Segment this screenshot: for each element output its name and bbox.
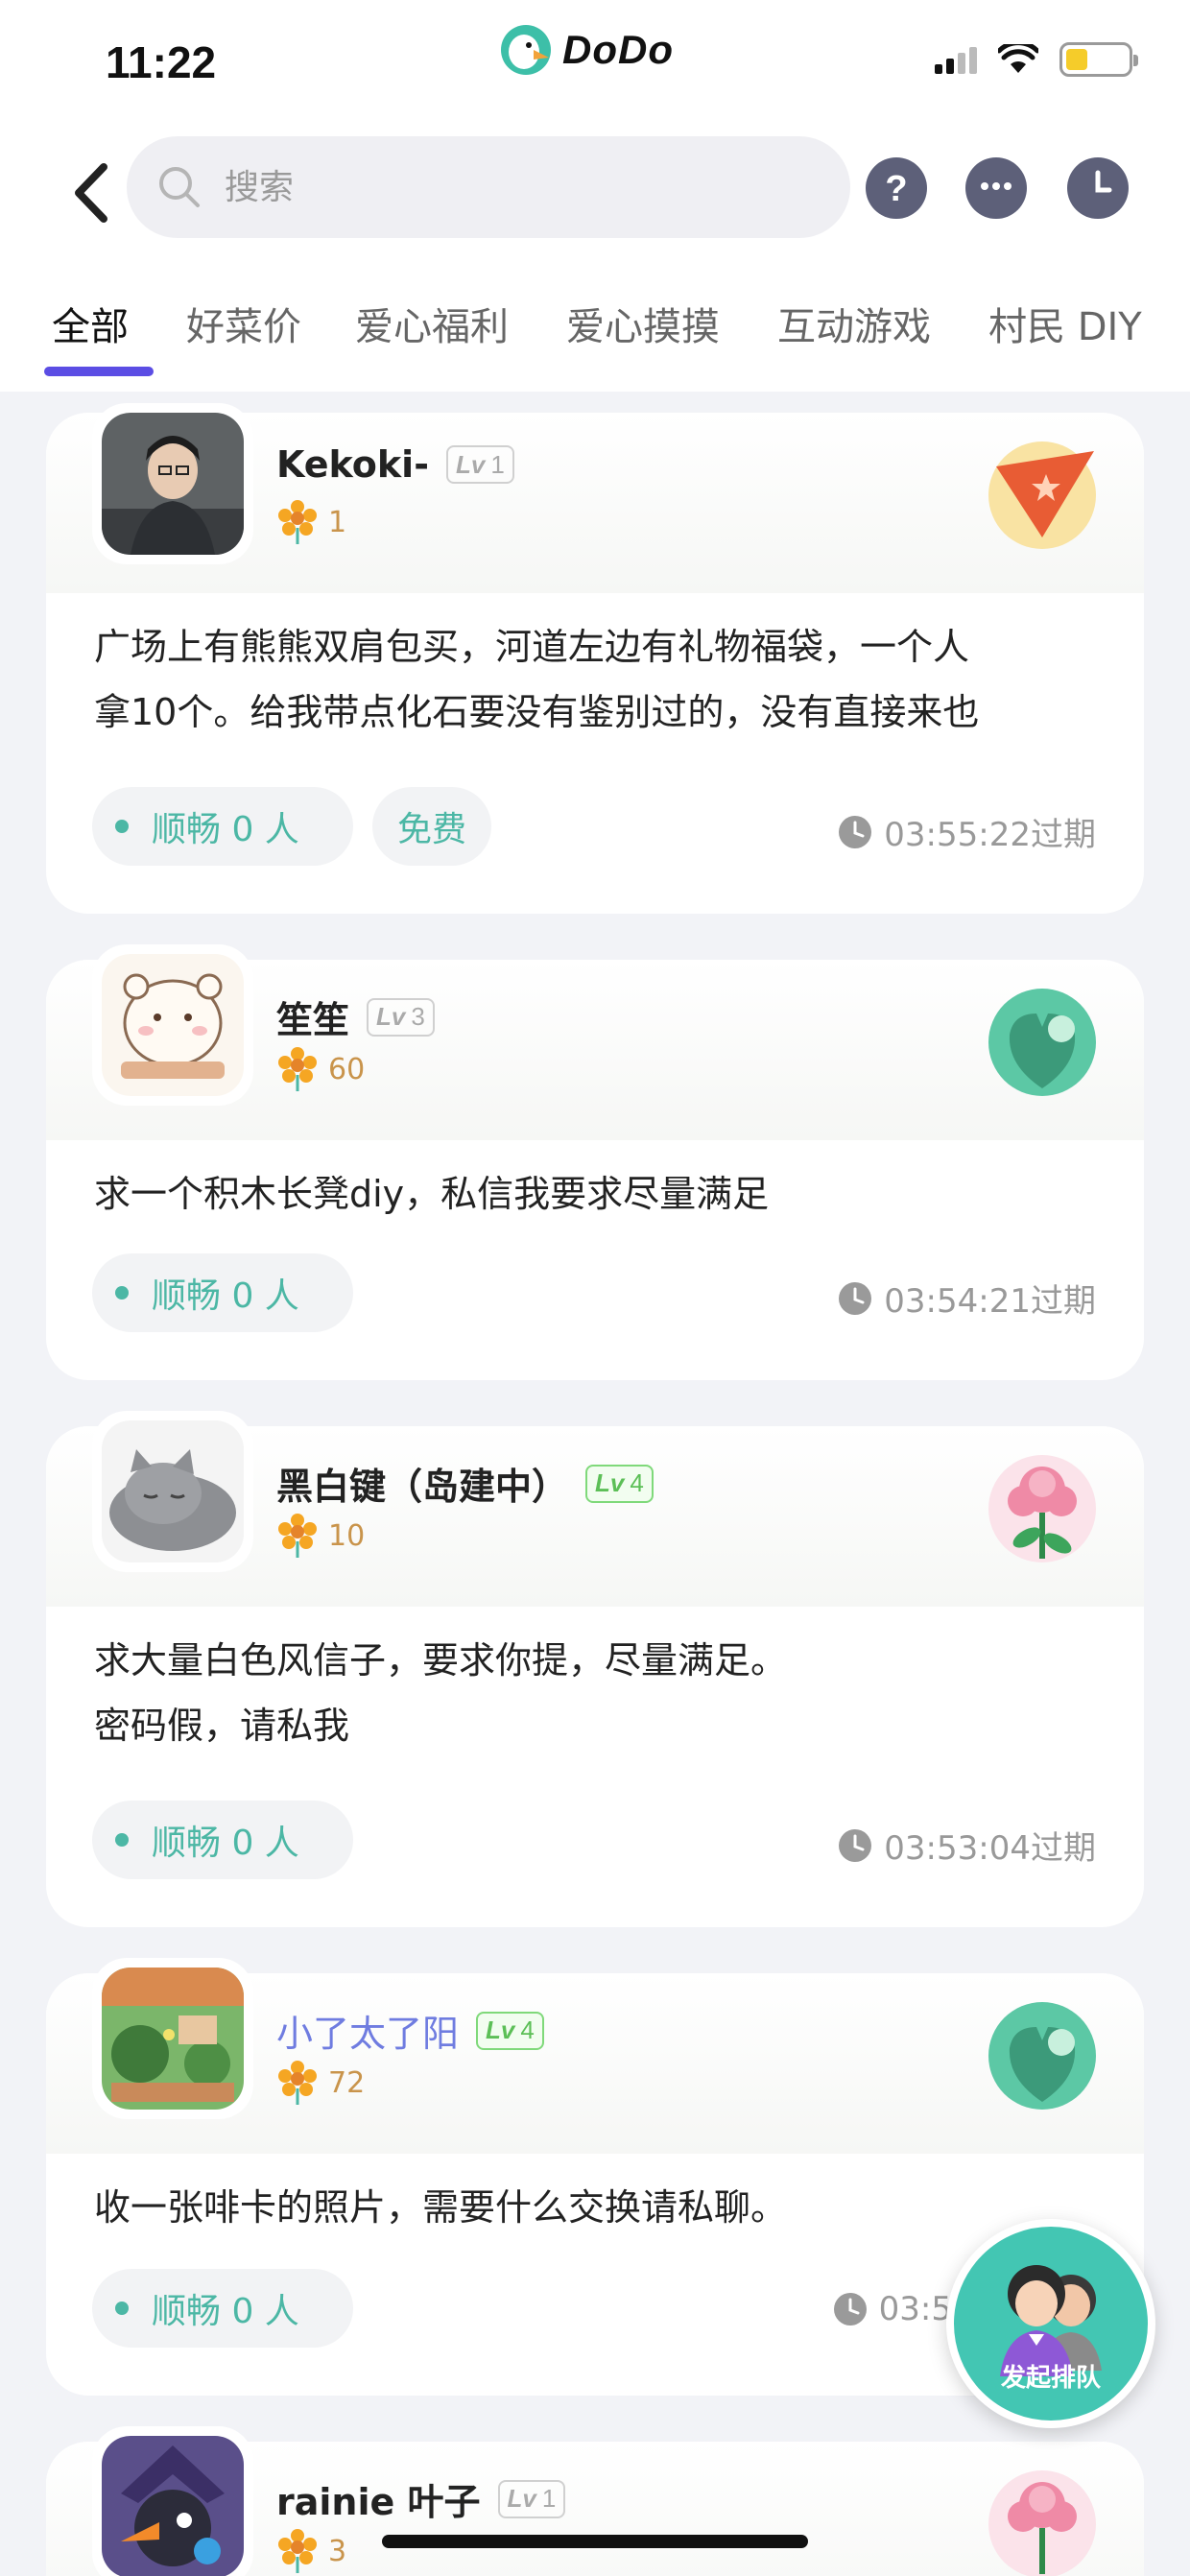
pink-flower-badge-icon — [988, 1455, 1096, 1562]
flower-icon — [278, 500, 317, 544]
status-icons — [935, 42, 1138, 77]
pennant-star-badge-icon — [988, 441, 1096, 549]
dodo-logo-icon — [501, 25, 551, 75]
status-time: 11:22 — [106, 37, 217, 87]
wifi-icon — [998, 44, 1038, 73]
svg-text:?: ? — [885, 169, 907, 209]
tab-charity-benefits[interactable]: 爱心福利 — [355, 296, 509, 351]
green-leaf-badge-icon — [988, 989, 1096, 1096]
home-indicator[interactable] — [382, 2535, 808, 2548]
avatar-image — [102, 1420, 244, 1562]
post-username[interactable]: 黑白键（岛建中） Lv 4 — [276, 1457, 654, 1510]
level-badge: Lv 1 — [497, 2479, 566, 2518]
battery-icon — [1059, 42, 1138, 77]
search-header: ? — [0, 125, 1190, 259]
expire-time: 03:54:21过期 — [838, 1275, 1096, 1322]
flower-icon — [278, 2061, 317, 2105]
flower-count: 1 — [276, 499, 346, 545]
brand-name: DoDo — [562, 27, 674, 72]
search-icon — [159, 167, 200, 207]
post-content: 求一个积木长凳diy，私信我要求尽量满足 — [94, 1173, 770, 1215]
avatar-image — [102, 954, 244, 1096]
queue-status-chip[interactable]: 顺畅 0 人 — [92, 2269, 353, 2348]
back-arrow-icon[interactable] — [67, 159, 115, 227]
chat-bubble-icon[interactable] — [965, 157, 1027, 219]
flower-icon — [278, 1514, 317, 1558]
signal-icon — [935, 45, 977, 74]
tab-all[interactable]: 全部 — [52, 296, 129, 351]
clock-icon — [833, 2293, 867, 2326]
start-queue-label: 发起排队 — [1000, 2364, 1101, 2393]
flower-count: 3 — [276, 2528, 346, 2574]
avatar-image — [102, 413, 244, 555]
search-bar[interactable] — [127, 136, 850, 238]
avatar-image — [102, 1968, 244, 2110]
avatar[interactable] — [92, 2426, 253, 2576]
search-input[interactable] — [225, 167, 762, 207]
avatar[interactable] — [92, 1411, 253, 1572]
post-card[interactable]: 黑白键（岛建中） Lv 4 10 求大量白色风信子，要求你提，尽量满足。 密码假，… — [46, 1411, 1144, 1927]
clock-icon — [839, 1828, 872, 1862]
pink-flower-badge-icon — [988, 2470, 1096, 2576]
post-content: 广场上有熊熊双肩包买，河道左边有礼物福袋，一个人 拿10个。给我带点化石要没有鉴… — [94, 626, 980, 733]
avatar[interactable] — [92, 1958, 253, 2119]
post-content: 收一张啡卡的照片，需要什么交换请私聊。 — [94, 2186, 788, 2229]
level-badge: Lv 3 — [367, 997, 435, 1037]
flower-count: 10 — [276, 1513, 365, 1559]
avatar[interactable] — [92, 944, 253, 1106]
post-username[interactable]: Kekoki- Lv 1 — [276, 443, 514, 486]
status-bar: 11:22 DoDo — [0, 0, 1190, 125]
avatar-image — [102, 2436, 244, 2576]
level-badge: Lv 4 — [476, 2011, 544, 2050]
post-content: 求大量白色风信子，要求你提，尽量满足。 密码假，请私我 — [94, 1639, 788, 1747]
flower-icon — [278, 1047, 317, 1091]
queue-status-chip[interactable]: 顺畅 0 人 — [92, 1253, 353, 1332]
post-card[interactable]: Kekoki- Lv 1 1 广场上有熊熊双肩包买，河道左边有礼物福袋，一个人 拿… — [46, 403, 1144, 914]
expire-time: 03:55:22过期 — [838, 808, 1096, 855]
post-card[interactable]: 笙笙 Lv 3 60 求一个积木长凳diy，私信我要求尽量满足 顺畅 0 人 03… — [46, 944, 1144, 1380]
tab-good-price[interactable]: 好菜价 — [186, 296, 301, 351]
flower-count: 60 — [276, 1046, 365, 1092]
queue-status-chip[interactable]: 顺畅 0 人 — [92, 787, 353, 866]
post-card[interactable]: rainie 叶子 Lv 1 3 — [46, 2426, 1144, 2576]
help-icon[interactable]: ? — [866, 157, 927, 219]
active-tab-indicator — [44, 367, 154, 376]
expire-time: 03:5 — [833, 2290, 952, 2328]
level-badge: Lv 4 — [585, 1464, 654, 1503]
clock-icon — [839, 1281, 872, 1315]
green-leaf-badge-icon — [988, 2002, 1096, 2110]
expire-time: 03:53:04过期 — [838, 1822, 1096, 1869]
tab-charity-pat[interactable]: 爱心摸摸 — [566, 296, 720, 351]
post-username[interactable]: 笙笙 Lv 3 — [276, 990, 435, 1043]
avatar[interactable] — [92, 403, 253, 564]
tab-interactive-games[interactable]: 互动游戏 — [777, 296, 931, 351]
queue-status-chip[interactable]: 顺畅 0 人 — [92, 1801, 353, 1879]
post-username[interactable]: rainie 叶子 Lv 1 — [276, 2472, 566, 2525]
clock-icon — [839, 815, 872, 848]
start-queue-button[interactable]: 发起排队 — [946, 2219, 1155, 2428]
post-username[interactable]: 小了太了阳 Lv 4 — [276, 2004, 544, 2057]
tab-villager-diy[interactable]: 村民 DIY — [988, 296, 1142, 351]
flower-count: 72 — [276, 2060, 365, 2106]
history-clock-icon[interactable] — [1067, 157, 1129, 219]
brand: DoDo — [499, 21, 674, 79]
flower-icon — [278, 2529, 317, 2573]
category-tabs: 全部 好菜价 爱心福利 爱心摸摸 互动游戏 村民 DIY — [0, 259, 1190, 392]
free-tag-chip[interactable]: 免费 — [372, 787, 492, 866]
level-badge: Lv 1 — [445, 445, 514, 484]
